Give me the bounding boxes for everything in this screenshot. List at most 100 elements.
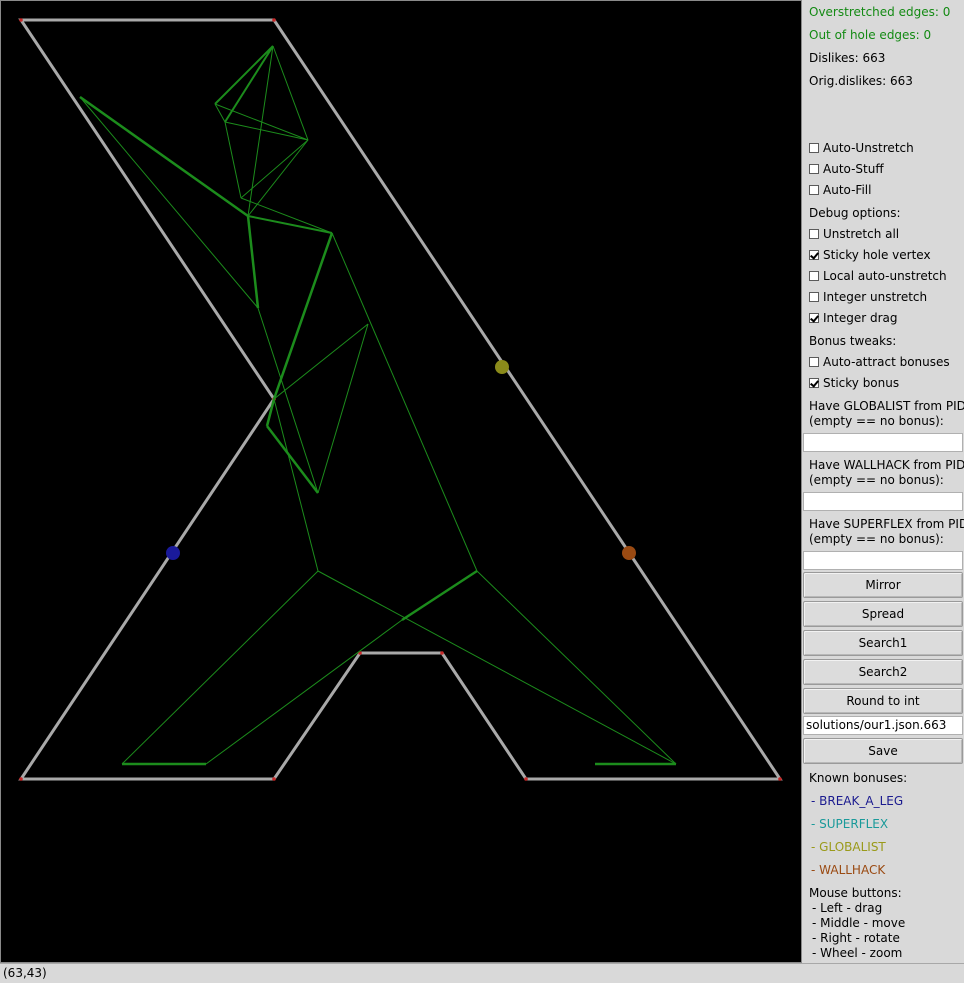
debug-options-header: Debug options: — [809, 206, 901, 220]
checkbox-box[interactable] — [809, 143, 819, 153]
checkbox-label: Sticky hole vertex — [823, 248, 931, 262]
figure-edge[interactable] — [476, 570, 677, 765]
checkbox-label: Integer unstretch — [823, 290, 928, 304]
bonus-break-a-leg: - BREAK_A_LEG — [811, 794, 904, 808]
hole-polygon — [18, 18, 783, 781]
figure-edge[interactable] — [79, 95, 249, 218]
puzzle-canvas[interactable] — [0, 0, 802, 963]
checkbox-box[interactable] — [809, 378, 819, 388]
spread-button[interactable]: Spread — [803, 601, 963, 627]
checkbox-label: Auto-Fill — [823, 183, 872, 197]
out-of-hole-edges-status: Out of hole edges: 0 — [809, 28, 932, 42]
sticky-hole-vertex-checkbox[interactable]: Sticky hole vertex — [809, 247, 931, 263]
checkbox-box[interactable] — [809, 357, 819, 367]
figure-edge[interactable] — [224, 121, 242, 199]
checkbox-box[interactable] — [809, 271, 819, 281]
checkbox-label: Integer drag — [823, 311, 898, 325]
superflex-pid-hint: (empty == no bonus): — [809, 532, 944, 546]
globalist-pid-hint: (empty == no bonus): — [809, 414, 944, 428]
figure-edge[interactable] — [79, 96, 259, 309]
checkbox-box[interactable] — [809, 185, 819, 195]
auto-attract-bonuses-checkbox[interactable]: Auto-attract bonuses — [809, 354, 950, 370]
mouse-help-wheel: - Wheel - zoom — [812, 946, 903, 960]
sticky-bonus-checkbox[interactable]: Sticky bonus — [809, 375, 899, 391]
mirror-button[interactable]: Mirror — [803, 572, 963, 598]
bonus-tweaks-header: Bonus tweaks: — [809, 334, 897, 348]
cursor-coordinates: (63,43) — [3, 966, 47, 980]
mouse-help-right: - Right - rotate — [812, 931, 900, 945]
superflex-pid-label: Have SUPERFLEX from PID — [809, 517, 964, 531]
figure-edge[interactable] — [247, 45, 274, 217]
search1-button[interactable]: Search1 — [803, 630, 963, 656]
control-panel: Overstretched edges: 0 Out of hole edges… — [802, 0, 964, 963]
hole-vertices — [19, 18, 782, 781]
hole-outline — [18, 18, 783, 781]
figure-edges[interactable] — [79, 45, 677, 766]
wallhack-bonus-marker[interactable] — [622, 546, 636, 560]
integer-drag-checkbox[interactable]: Integer drag — [809, 310, 898, 326]
checkbox-box[interactable] — [809, 292, 819, 302]
globalist-pid-input[interactable] — [803, 433, 963, 452]
globalist-pid-label: Have GLOBALIST from PID — [809, 399, 964, 413]
bonus-wallhack: - WALLHACK — [811, 863, 886, 877]
figure-edge[interactable] — [247, 215, 333, 234]
local-auto-unstretch-checkbox[interactable]: Local auto-unstretch — [809, 268, 947, 284]
figure-edge[interactable] — [240, 139, 309, 199]
figure-edge[interactable] — [246, 215, 260, 309]
unstretch-all-checkbox[interactable]: Unstretch all — [809, 226, 899, 242]
coordinate-status-bar: (63,43) — [0, 963, 964, 983]
figure-edge[interactable] — [121, 570, 319, 765]
mouse-help-middle: - Middle - move — [812, 916, 906, 930]
wallhack-pid-input[interactable] — [803, 492, 963, 511]
hole-vertex[interactable] — [19, 18, 23, 22]
figure-edge[interactable] — [214, 103, 226, 123]
hole-vertex[interactable] — [524, 777, 528, 781]
checkbox-label: Auto-attract bonuses — [823, 355, 950, 369]
globalist-bonus-marker[interactable] — [495, 360, 509, 374]
checkbox-label: Local auto-unstretch — [823, 269, 947, 283]
wallhack-pid-hint: (empty == no bonus): — [809, 473, 944, 487]
mouse-help-left: - Left - drag — [812, 901, 883, 915]
orig-dislikes-status: Orig.dislikes: 663 — [809, 74, 913, 88]
hole-vertex[interactable] — [272, 18, 276, 22]
auto-stuff-checkbox[interactable]: Auto-Stuff — [809, 161, 884, 177]
hole-vertex[interactable] — [272, 777, 276, 781]
hole-vertex[interactable] — [19, 777, 23, 781]
round-to-int-button[interactable]: Round to int — [803, 688, 963, 714]
figure-edge[interactable] — [224, 121, 309, 141]
figure-edge[interactable] — [257, 307, 319, 494]
break-a-leg-bonus-marker[interactable] — [166, 546, 180, 560]
bonus-globalist: - GLOBALIST — [811, 840, 886, 854]
figure-edge[interactable] — [205, 619, 403, 765]
auto-fill-checkbox[interactable]: Auto-Fill — [809, 182, 871, 198]
figure-edge[interactable] — [266, 425, 319, 494]
checkbox-box[interactable] — [809, 250, 819, 260]
figure-edge[interactable] — [240, 197, 333, 234]
superflex-pid-input[interactable] — [803, 551, 963, 570]
mouse-buttons-header: Mouse buttons: — [809, 886, 902, 900]
hole-vertex[interactable] — [778, 777, 782, 781]
figure-edge[interactable] — [331, 232, 478, 572]
hole-vertex[interactable] — [440, 651, 444, 655]
save-button[interactable]: Save — [803, 738, 963, 764]
figure-edge[interactable] — [272, 232, 334, 400]
known-bonuses-header: Known bonuses: — [809, 771, 908, 785]
save-path-input[interactable]: solutions/our1.json.663 — [803, 716, 963, 735]
search2-button[interactable]: Search2 — [803, 659, 963, 685]
checkbox-box[interactable] — [809, 229, 819, 239]
figure-edge[interactable] — [317, 323, 369, 494]
integer-unstretch-checkbox[interactable]: Integer unstretch — [809, 289, 927, 305]
auto-unstretch-checkbox[interactable]: Auto-Unstretch — [809, 140, 914, 156]
figure-edge[interactable] — [272, 45, 309, 141]
puzzle-svg[interactable] — [1, 1, 803, 964]
checkbox-box[interactable] — [809, 313, 819, 323]
checkbox-label: Unstretch all — [823, 227, 900, 241]
figure-edge[interactable] — [214, 45, 274, 105]
figure-edge[interactable] — [401, 569, 478, 622]
checkbox-label: Auto-Stuff — [823, 162, 884, 176]
checkbox-label: Sticky bonus — [823, 376, 900, 390]
checkbox-box[interactable] — [809, 164, 819, 174]
checkbox-label: Auto-Unstretch — [823, 141, 914, 155]
dislikes-status: Dislikes: 663 — [809, 51, 886, 65]
overstretched-edges-status: Overstretched edges: 0 — [809, 5, 951, 19]
